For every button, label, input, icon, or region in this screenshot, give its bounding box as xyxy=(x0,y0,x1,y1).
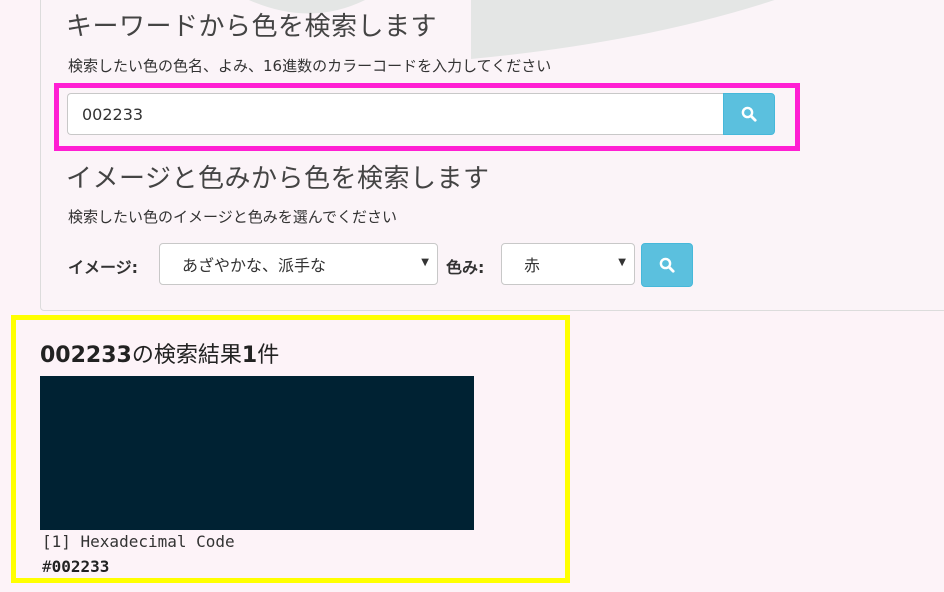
hex-hash: # xyxy=(42,557,52,576)
image-search-heading: イメージと色みから色を検索します xyxy=(66,164,490,194)
keyword-search-input[interactable] xyxy=(67,93,724,135)
color-swatch xyxy=(40,376,474,530)
hue-select[interactable]: 赤 ▼ xyxy=(501,243,635,285)
result-count: 1 xyxy=(241,343,258,368)
image-search-button[interactable] xyxy=(641,243,693,287)
hex-code-value: #002233 xyxy=(42,557,109,576)
image-search-help: 検索したい色のイメージと色みを選んでください xyxy=(68,208,397,226)
result-count-suffix: 件 xyxy=(257,343,280,368)
image-select-value: あざやかな、派手な xyxy=(182,256,327,275)
keyword-search-help: 検索したい色の色名、よみ、16進数のカラーコードを入力してください xyxy=(68,57,552,75)
result-title-middle: の検索結果 xyxy=(131,343,242,368)
result-query: 002233 xyxy=(40,343,132,368)
image-label: イメージ: xyxy=(68,258,139,277)
search-icon xyxy=(659,257,675,273)
caret-down-icon: ▼ xyxy=(618,257,626,268)
hue-select-value: 赤 xyxy=(524,256,541,275)
hue-label: 色み: xyxy=(446,258,485,277)
hex-code-label: [1] Hexadecimal Code xyxy=(42,532,235,551)
keyword-search-heading: キーワードから色を検索します xyxy=(66,12,438,42)
image-select[interactable]: あざやかな、派手な ▼ xyxy=(159,243,438,285)
caret-down-icon: ▼ xyxy=(421,257,429,268)
result-title: 002233の検索結果1件 xyxy=(40,337,279,369)
keyword-search-button[interactable] xyxy=(723,93,775,135)
hex-code: 002233 xyxy=(51,557,110,576)
search-icon xyxy=(741,106,757,122)
